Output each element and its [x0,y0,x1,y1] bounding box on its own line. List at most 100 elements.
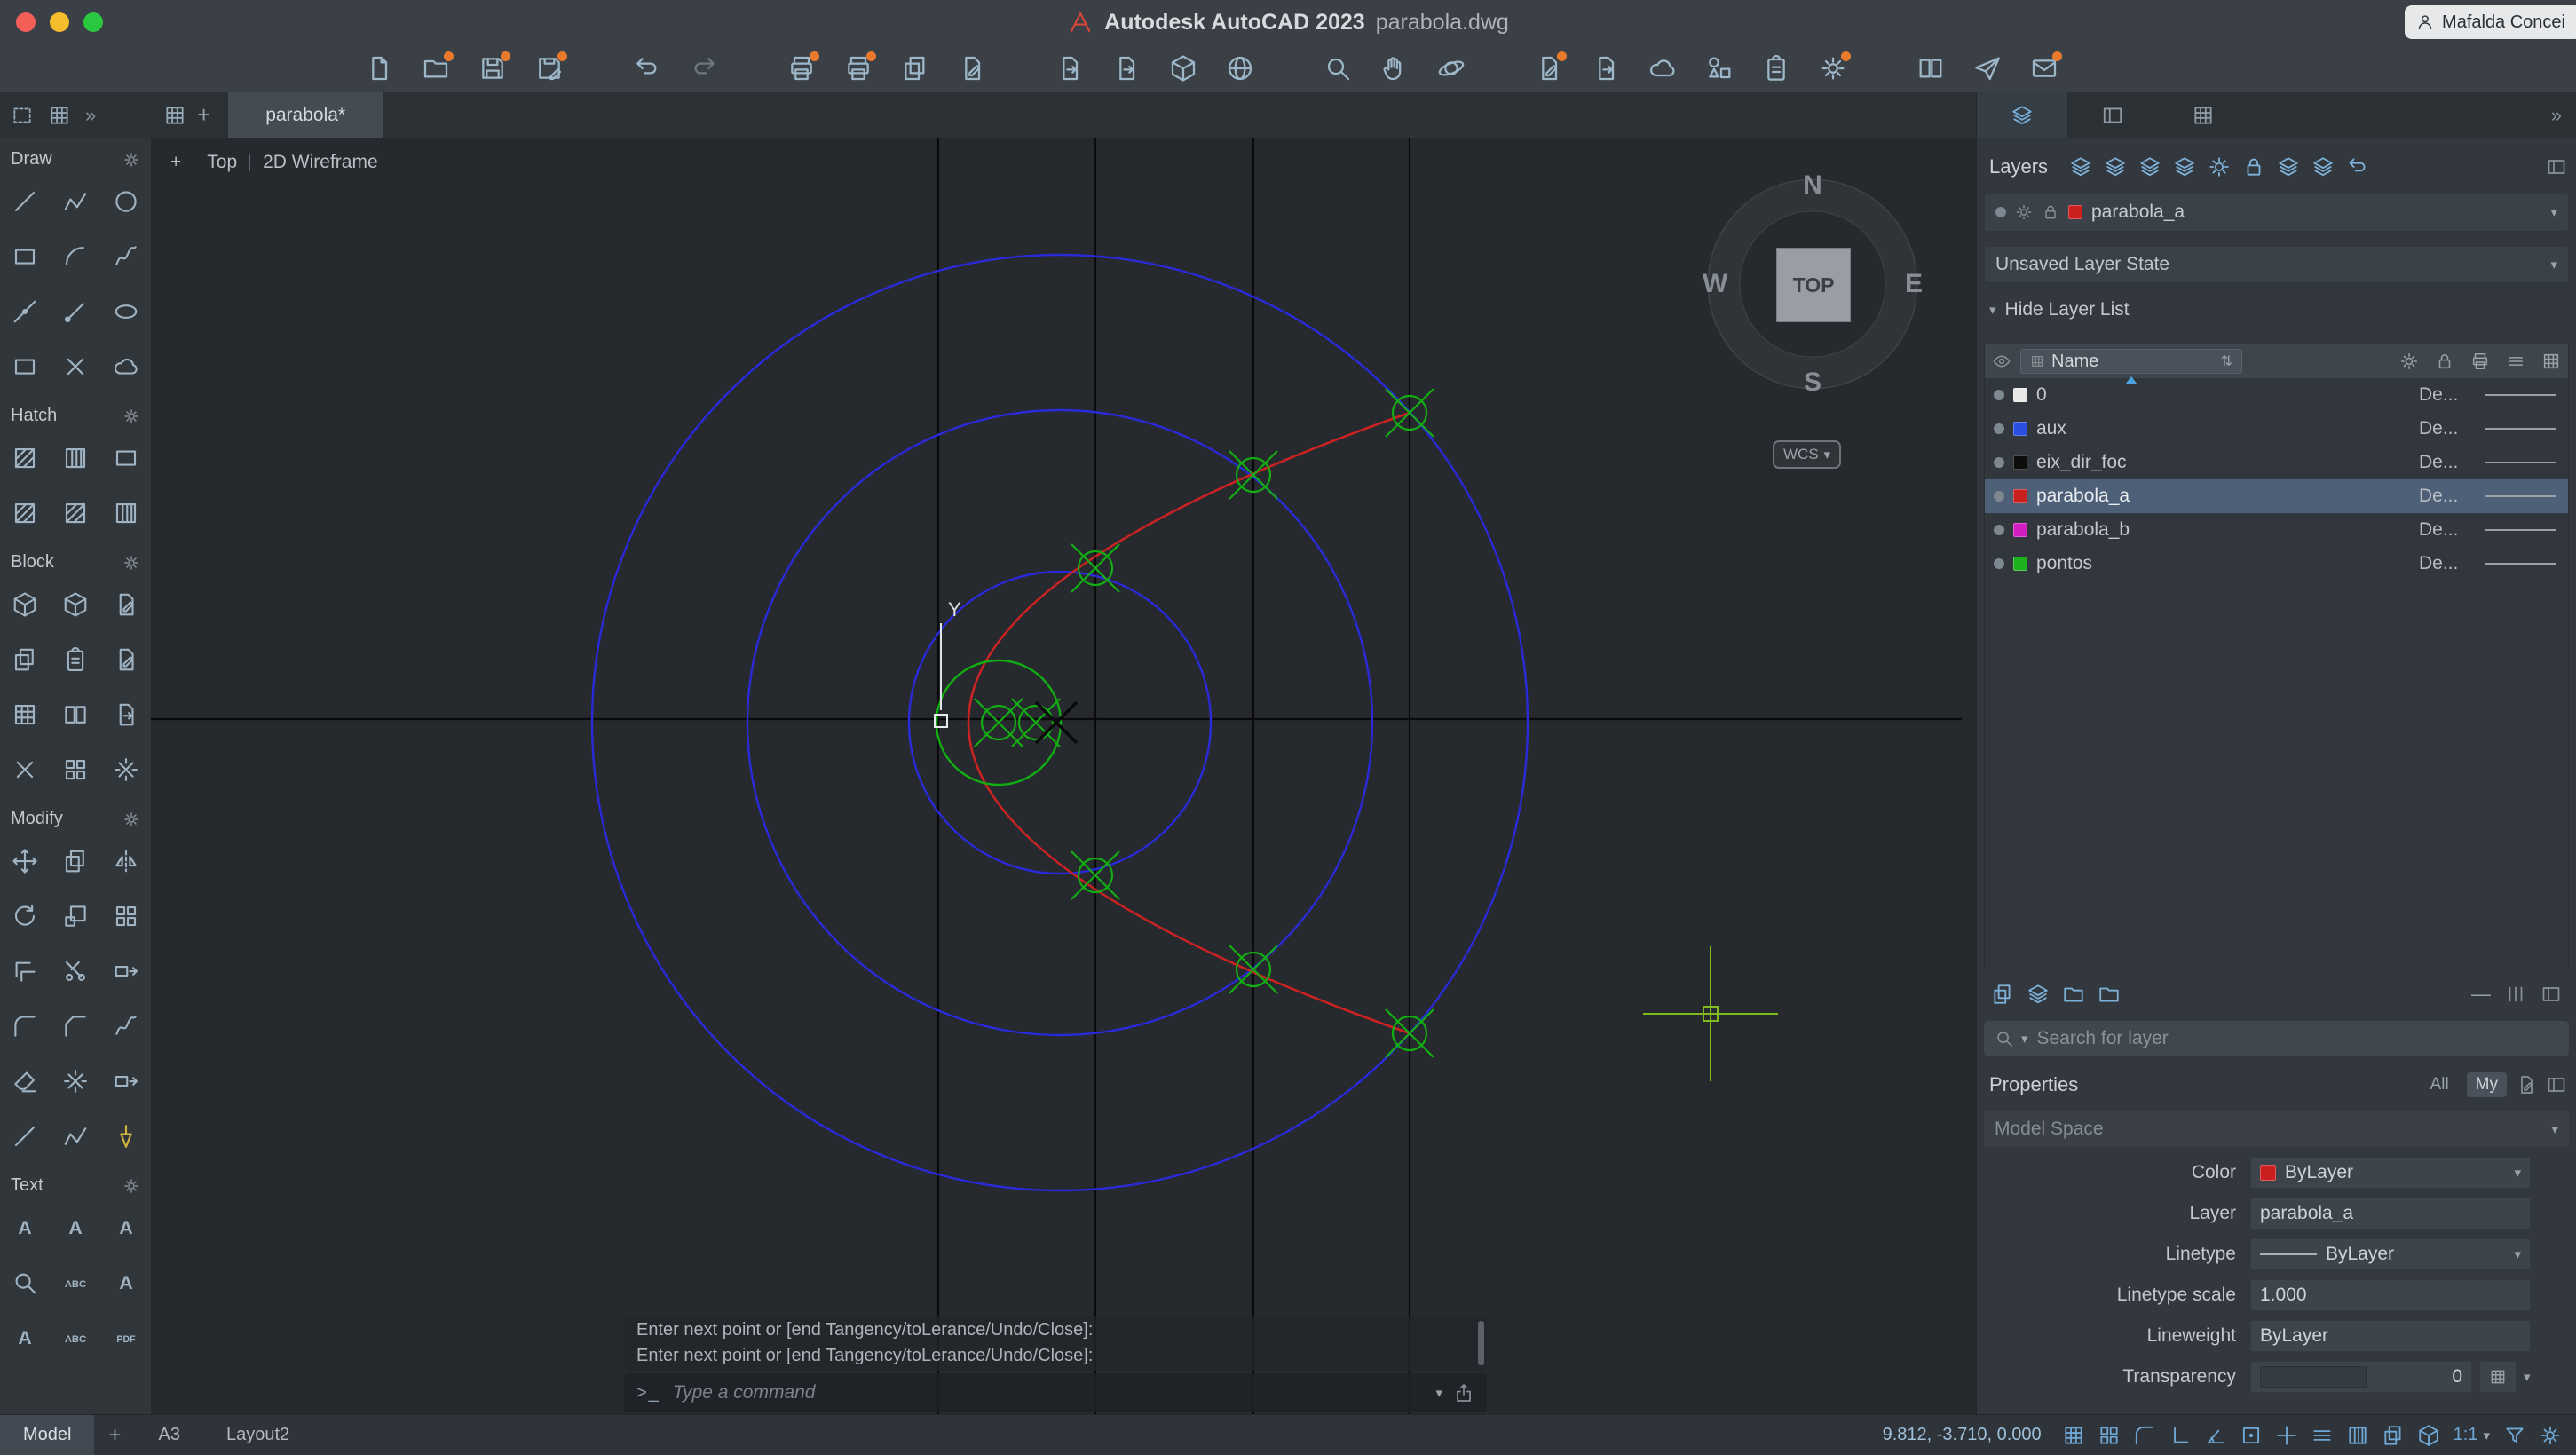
layer-dropdown[interactable]: parabola_a [2250,1198,2531,1230]
trim-tool[interactable] [51,944,101,999]
viewport-view-control[interactable]: Top [207,152,237,173]
blend-curves-tool[interactable] [100,999,151,1054]
break-tool[interactable] [0,1109,51,1164]
current-layer-dropdown[interactable]: parabola_a ▾ [1984,193,2569,232]
markup-assist-button[interactable] [1529,50,1569,87]
point-tool[interactable] [51,339,101,394]
explode-tool[interactable] [51,1054,101,1109]
model-tab[interactable]: Model [0,1415,94,1455]
text-style-tool[interactable] [100,1255,151,1310]
export-layer-state-icon[interactable] [2098,983,2121,1006]
open-button[interactable] [416,50,455,87]
insert-block-tool[interactable] [0,577,51,632]
object-snap-tracking-toggle[interactable] [2275,1424,2298,1447]
dynamic-ucs-toggle[interactable] [2417,1424,2440,1447]
hide-layer-list-toggle[interactable]: ▾ Hide Layer List [1989,296,2130,324]
publish-button[interactable] [1221,50,1260,87]
export-pdf-tool[interactable] [100,1310,151,1365]
new-button[interactable] [360,50,399,87]
orbit-button[interactable] [1432,50,1471,87]
columns-icon[interactable] [2505,984,2526,1005]
layer-row-parabola_b[interactable]: parabola_b De... [1985,513,2568,547]
filter-my-button[interactable]: My [2467,1072,2507,1097]
spell-check-tool[interactable] [51,1255,101,1310]
erase-tool[interactable] [0,1054,51,1109]
layer-previous-icon[interactable] [2346,155,2369,178]
linetype-dropdown[interactable]: ByLayer ▾ [2250,1238,2531,1270]
join-tool[interactable] [51,1109,101,1164]
edit-hatch-tool[interactable] [51,486,101,541]
viewcube-south[interactable]: S [1804,368,1821,398]
set-base-point-tool[interactable] [0,742,51,797]
command-history-scrollbar[interactable] [1478,1321,1484,1365]
name-column-header[interactable]: Name ⇅ [2020,349,2242,374]
color-dropdown[interactable]: ByLayer ▾ [2250,1157,2531,1189]
properties-palette-tab[interactable] [2067,92,2158,138]
save-button[interactable] [473,50,512,87]
stretch-tool[interactable] [100,1054,151,1109]
layer-status-dot[interactable] [1994,423,2004,434]
rectangle-tool[interactable] [0,229,51,284]
rotate-tool[interactable] [0,889,51,944]
overflow-chevrons-icon[interactable]: » [85,104,96,127]
layer-row-eix_dir_foc[interactable]: eix_dir_foc De... [1985,446,2568,479]
collapse-icon[interactable]: — [2471,983,2491,1006]
filter-all-button[interactable]: All [2422,1072,2458,1097]
eye-icon[interactable] [1992,352,2011,371]
spline-tool[interactable] [100,229,151,284]
line-tool[interactable] [0,174,51,229]
offset-tool[interactable] [0,944,51,999]
edit-attribute-tool[interactable] [100,632,151,687]
materials-palette-tab[interactable] [2158,92,2248,138]
drawing-compare-button[interactable] [1911,50,1950,87]
wcs-selector[interactable]: WCS ▾ [1773,440,1841,469]
ortho-mode-toggle[interactable] [2169,1424,2192,1447]
redo-button[interactable] [684,50,723,87]
layer-lock-icon[interactable] [2242,155,2265,178]
layer-color-swatch[interactable] [2013,557,2027,571]
mirror-tool[interactable] [100,834,151,889]
hatch-tool[interactable] [0,431,51,486]
import-layer-state-icon[interactable] [2062,983,2085,1006]
layer-states-icon[interactable] [2027,983,2050,1006]
make-current-icon[interactable] [2277,155,2300,178]
feedback-button[interactable] [2025,50,2064,87]
find-text-tool[interactable] [0,1255,51,1310]
layer-status-dot[interactable] [1994,558,2004,569]
layout-tab-layout2[interactable]: Layout2 [203,1415,312,1455]
new-layout-button[interactable]: + [94,1423,135,1448]
move-tool[interactable] [0,834,51,889]
palette-grid-icon[interactable] [48,104,71,127]
layer-search-input[interactable] [2035,1027,2558,1050]
plot-button[interactable] [782,50,821,87]
lock-column-icon[interactable] [2435,352,2454,371]
gear-icon[interactable] [122,1177,140,1195]
create-block-tool[interactable] [51,577,101,632]
viewcube-top-face[interactable]: TOP [1776,248,1851,322]
layer-row-aux[interactable]: aux De... [1985,412,2568,446]
save-as-button[interactable] [530,50,569,87]
image-attach-tool[interactable] [100,687,151,742]
panel-anchor-icon[interactable] [2546,156,2567,178]
palette-overflow-icon[interactable]: » [2551,104,2576,127]
scale-text-tool[interactable] [51,1310,101,1365]
ungroup-tool[interactable] [100,742,151,797]
edit-text-tool[interactable] [100,1200,151,1255]
shapes-button[interactable] [1700,50,1739,87]
new-drawing-tab-button[interactable]: + [197,101,210,129]
gradient-tool[interactable] [51,431,101,486]
layer-isolate-icon[interactable] [2138,155,2161,178]
drawing-viewport[interactable]: Y + Top 2D Wireframe N W E S TOP WCS ▾ E… [151,138,1977,1415]
quick-properties-icon[interactable] [2516,1074,2537,1095]
ray-tool[interactable] [51,284,101,339]
layer-unisolate-icon[interactable] [2173,155,2196,178]
drawing-sync-button[interactable] [1643,50,1682,87]
xref-attach-tool[interactable] [51,687,101,742]
reassociate-hatch-tool[interactable] [100,486,151,541]
linetype-scale-field[interactable]: 1.000 [2250,1279,2531,1311]
viewcube-east[interactable]: E [1905,269,1923,299]
block-editor-tool[interactable] [100,577,151,632]
lineweight-column-icon[interactable] [2506,352,2525,371]
single-line-text-tool[interactable] [0,1200,51,1255]
new-layer-state-icon[interactable] [1991,983,2014,1006]
